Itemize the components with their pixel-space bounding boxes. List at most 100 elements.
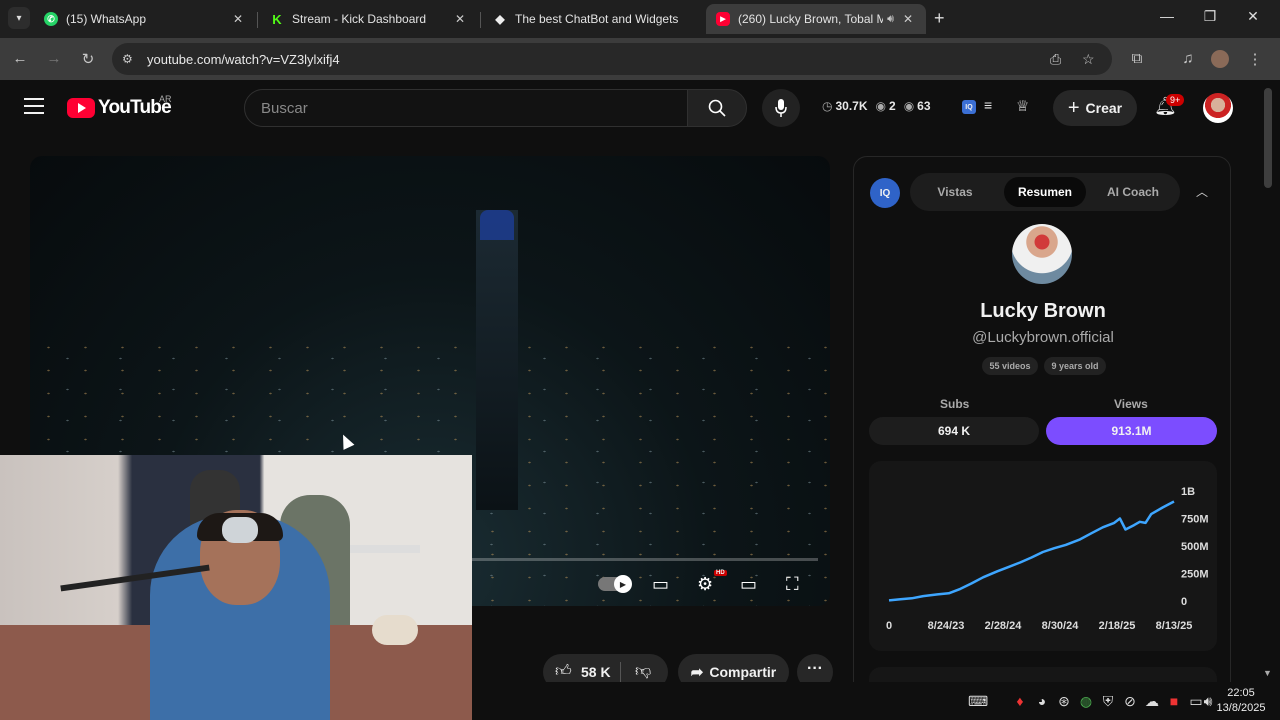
microphone-icon — [775, 99, 787, 117]
autoplay-toggle[interactable]: ▶ — [598, 575, 632, 593]
x-tick-label: 8/13/25 — [1156, 620, 1193, 632]
clock-time: 22:05 — [1227, 687, 1255, 699]
diamond-icon: ◆ — [495, 12, 505, 26]
y-tick-label: 1B — [1181, 486, 1195, 498]
vidiq-panel: IQ Vistas Resumen AI Coach ︿ Lucky Brown… — [853, 156, 1231, 696]
tab-kick[interactable]: K Stream - Kick Dashboard ✕ — [260, 4, 478, 34]
like-count[interactable]: 58 K — [581, 664, 611, 680]
webcam-dog — [372, 615, 418, 645]
channel-name[interactable]: Lucky Brown — [854, 300, 1230, 323]
address-bar[interactable]: ⚙︎ youtube.com/watch?v=VZ3lylxifj4 ⎙ ☆ — [112, 43, 1112, 75]
browser-toolbar: ← → ↻ ⚙︎ youtube.com/watch?v=VZ3lylxifj4… — [0, 38, 1280, 80]
discord-icon[interactable]: ◕ — [1034, 693, 1050, 709]
vpn-icon[interactable]: ♦ — [1012, 693, 1028, 709]
country-code: AR — [159, 94, 172, 104]
close-window-button[interactable]: ✕ — [1243, 8, 1263, 25]
y-tick-label: 750M — [1181, 514, 1209, 526]
hd-badge: HD — [714, 570, 727, 576]
views-label: Views — [1114, 397, 1148, 411]
fullscreen-icon[interactable]: ⛶ — [786, 574, 799, 595]
account-avatar[interactable] — [1203, 93, 1233, 123]
hamburger-menu-icon[interactable] — [24, 98, 44, 119]
whatsapp-icon: ✆ — [44, 12, 58, 26]
video-frame-tower — [476, 210, 518, 510]
cloud-icon[interactable]: ☁ — [1144, 693, 1160, 710]
tab-search-button[interactable]: ▾ — [8, 7, 30, 29]
search-input[interactable]: Buscar — [244, 89, 688, 127]
voice-search-button[interactable] — [762, 89, 800, 127]
thumbs-down-icon[interactable]: 👎︎ — [635, 662, 651, 681]
views-stat: 63 — [917, 99, 931, 113]
tab-whatsapp[interactable]: ✆ (15) WhatsApp ✕ — [34, 4, 256, 34]
system-clock[interactable]: 22:05 13/8/2025 — [1210, 686, 1272, 716]
close-icon[interactable]: ✕ — [452, 12, 468, 26]
subtitles-icon[interactable]: ▭ — [652, 574, 669, 595]
close-icon[interactable]: ✕ — [900, 12, 916, 26]
kick-icon: K — [270, 12, 284, 27]
restore-button[interactable]: ❐ — [1200, 8, 1220, 25]
close-icon[interactable]: ✕ — [230, 12, 246, 26]
panel-tabs: Vistas Resumen AI Coach — [910, 173, 1180, 211]
install-icon[interactable]: ⎙ — [1050, 51, 1061, 68]
tab-divider — [480, 12, 481, 28]
views-button[interactable]: 913.1M — [1046, 417, 1217, 445]
webcam-overlay — [0, 455, 472, 720]
profile-avatar[interactable] — [1211, 50, 1229, 68]
scrollbar-thumb[interactable] — [1264, 88, 1272, 188]
windows-taskbar: ⌨ ♦ ◕ ⊛ ◍ ⛨ ⊘ ☁ ■ ▭ 🔊︎ 22:05 13/8/2025 — [472, 682, 1280, 720]
subs-button[interactable]: 694 K — [869, 417, 1039, 445]
tab-youtube-active[interactable]: ▶ (260) Lucky Brown, Tobal M 🔊︎ ✕ — [706, 4, 926, 34]
tab-resumen[interactable]: Resumen — [1004, 177, 1086, 207]
extensions-icon[interactable]: ⧉ — [1127, 50, 1147, 67]
eye-icon: ◉ — [875, 99, 886, 113]
network-off-icon[interactable]: ⊘ — [1122, 693, 1138, 710]
security-icon[interactable]: ⛨ — [1100, 693, 1116, 710]
tab-ai-coach[interactable]: AI Coach — [1092, 177, 1174, 207]
list-icon[interactable]: ≡ — [984, 97, 992, 113]
chrome-icon[interactable]: ◍ — [1078, 693, 1094, 710]
forward-icon[interactable]: → — [44, 50, 64, 67]
speaker-icon[interactable]: 🔊︎ — [887, 13, 894, 26]
steam-icon[interactable]: ⊛ — [1056, 693, 1072, 710]
youtube-header: YouTube AR Buscar ◷ 30.7K ◉ 2 ◉ 63 IQ ≡ ♕ +… — [0, 80, 1280, 136]
channel-avatar[interactable] — [1012, 224, 1072, 284]
minimize-button[interactable]: — — [1157, 8, 1177, 24]
x-tick-label: 8/30/24 — [1042, 620, 1080, 632]
x-tick-label: 8/24/23 — [928, 620, 965, 632]
vidiq-logo-icon: IQ — [870, 178, 900, 208]
eye-icon: ◉ — [903, 99, 915, 113]
bookmark-star-icon[interactable]: ☆ — [1082, 51, 1095, 68]
share-icon: ➦ — [690, 664, 704, 681]
share-label: Compartir — [709, 664, 777, 680]
divider — [620, 662, 621, 682]
vidiq-icon[interactable]: IQ — [962, 100, 976, 114]
youtube-logo[interactable]: YouTube AR — [67, 94, 172, 119]
create-button[interactable]: + Crear — [1053, 90, 1137, 126]
back-icon[interactable]: ← — [10, 50, 30, 67]
menu-kebab-icon[interactable]: ⋮ — [1245, 50, 1265, 68]
scroll-down-arrow[interactable]: ▼ — [1263, 668, 1272, 678]
views-chart: 0 250M 500M 750M 1B 0 8/24/23 2/28/24 8/30/24 2/1… — [869, 461, 1217, 651]
plus-icon: + — [1067, 96, 1080, 119]
thumbs-up-icon[interactable]: 👍︎ — [555, 662, 572, 681]
site-settings-icon[interactable]: ⚙︎ — [122, 52, 133, 66]
keyboard-icon[interactable]: ⌨ — [968, 693, 988, 710]
reload-icon[interactable]: ↻ — [78, 50, 98, 68]
channel-handle: @Luckybrown.official — [972, 329, 1114, 346]
new-tab-button[interactable]: + — [934, 8, 945, 29]
y-tick-label: 250M — [1181, 569, 1209, 581]
settings-gear-icon[interactable]: ⚙︎ — [697, 574, 713, 595]
y-tick-label: 500M — [1181, 541, 1209, 553]
tab-chatbot[interactable]: ◆ The best ChatBot and Widgets — [483, 4, 705, 34]
theater-mode-icon[interactable]: ▭ — [740, 574, 757, 595]
media-control-icon[interactable]: ♫ — [1178, 50, 1198, 67]
tab-vistas[interactable]: Vistas — [914, 177, 996, 207]
trophy-icon[interactable]: ♕ — [1016, 97, 1029, 115]
search-button[interactable] — [687, 89, 747, 127]
url-text[interactable]: youtube.com/watch?v=VZ3lylxifj4 — [147, 52, 340, 67]
views-series-line — [888, 500, 1175, 602]
play-icon: ▶ — [614, 575, 632, 593]
video-frame-tower-light — [480, 210, 514, 240]
antivirus-icon[interactable]: ■ — [1166, 693, 1182, 709]
chevron-up-icon[interactable]: ︿ — [1196, 183, 1208, 200]
